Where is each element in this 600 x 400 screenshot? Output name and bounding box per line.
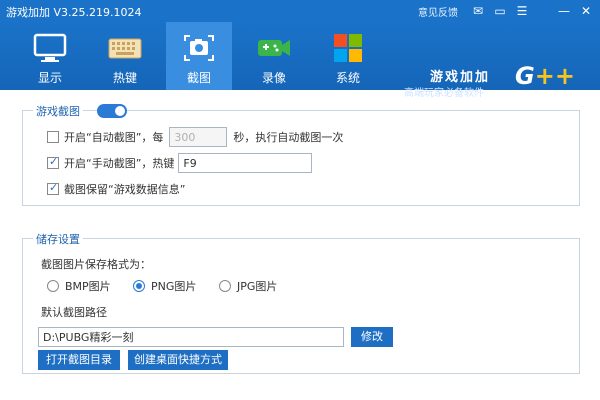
- tab-label: 系统: [335, 71, 360, 85]
- camera-icon: [184, 35, 214, 61]
- feedback-link[interactable]: 意见反馈: [418, 4, 458, 19]
- format-label: 截图图片保存格式为：: [41, 258, 151, 271]
- path-label: 默认截图路径: [41, 306, 107, 319]
- jpg-radio[interactable]: [219, 280, 231, 292]
- format-png[interactable]: PNG图片: [133, 277, 196, 295]
- tab-label: 录像: [261, 71, 286, 85]
- jpg-label: JPG图片: [237, 280, 278, 293]
- tab-label: 热键: [112, 71, 137, 85]
- tab-label: 截图: [186, 71, 211, 85]
- modify-path-button[interactable]: 修改: [351, 327, 393, 347]
- screenshot-toggle[interactable]: [97, 104, 127, 118]
- tab-hotkey[interactable]: 热键: [92, 22, 158, 90]
- panel-title: 储存设置: [33, 231, 83, 247]
- tab-label: 显示: [37, 71, 62, 85]
- logo-letter: G: [515, 62, 535, 90]
- monitor-icon: [33, 33, 67, 62]
- manual-capture-row: 开启“手动截图”，热键: [47, 153, 313, 173]
- auto-capture-interval-input[interactable]: [169, 127, 228, 147]
- bmp-radio[interactable]: [47, 280, 59, 292]
- open-directory-button[interactable]: 打开截图目录: [38, 350, 120, 370]
- menu-icon[interactable]: ☰: [514, 3, 530, 19]
- auto-capture-checkbox[interactable]: [47, 131, 59, 143]
- format-jpg[interactable]: JPG图片: [219, 277, 277, 295]
- png-radio[interactable]: [133, 280, 145, 292]
- hotkey-input[interactable]: [178, 153, 313, 173]
- bmp-label: BMP图片: [65, 280, 111, 293]
- brand-name: 游戏加加: [430, 70, 491, 85]
- keep-info-label: 截图保留“游戏数据信息”: [64, 183, 186, 196]
- windows-icon: [334, 34, 362, 62]
- png-label: PNG图片: [151, 280, 197, 293]
- manual-capture-checkbox[interactable]: [47, 155, 59, 169]
- auto-capture-suffix: 秒，执行自动截图一次: [233, 131, 344, 144]
- minimize-icon[interactable]: —: [556, 3, 572, 19]
- mail-icon[interactable]: ✉: [470, 3, 486, 19]
- title-bar: 游戏加加 V3.25.219.1024 意见反馈 ✉ ▭ ☰ — ✕: [0, 0, 600, 22]
- tab-display[interactable]: 显示: [17, 22, 83, 90]
- main-nav: 显示 热键 截图 录像 系统 游戏加加 高端玩家必备软件 G++: [0, 22, 600, 99]
- path-input[interactable]: [38, 327, 344, 347]
- create-shortcut-button[interactable]: 创建桌面快捷方式: [128, 350, 228, 370]
- keyboard-icon: [108, 38, 142, 59]
- panel-title: 游戏截图: [33, 103, 83, 119]
- auto-capture-row: 开启“自动截图”，每 秒，执行自动截图一次: [47, 127, 344, 147]
- storage-panel: 储存设置 截图图片保存格式为： BMP图片 PNG图片 JPG图片 默认截图路径…: [22, 231, 580, 374]
- keep-info-row: 截图保留“游戏数据信息”: [47, 180, 185, 198]
- auto-capture-label: 开启“自动截图”，每: [64, 131, 164, 144]
- close-icon[interactable]: ✕: [578, 3, 594, 19]
- tab-recording[interactable]: 录像: [241, 22, 307, 90]
- keep-info-checkbox[interactable]: [47, 181, 59, 195]
- tab-screenshot[interactable]: 截图: [166, 22, 232, 90]
- screenshot-panel: 游戏截图 开启“自动截图”，每 秒，执行自动截图一次 开启“手动截图”，热键 截…: [22, 103, 580, 206]
- path-label-row: 默认截图路径: [41, 303, 107, 321]
- brand-logo: G++: [515, 62, 575, 90]
- brand-tagline: 高端玩家必备软件: [404, 88, 484, 99]
- window-title: 游戏加加 V3.25.219.1024: [6, 6, 142, 19]
- toggle-knob: [115, 106, 125, 116]
- skin-icon[interactable]: ▭: [492, 3, 508, 19]
- format-bmp[interactable]: BMP图片: [47, 277, 111, 295]
- format-label-row: 截图图片保存格式为：: [41, 255, 151, 273]
- gamepad-video-icon: [258, 40, 290, 56]
- manual-capture-label: 开启“手动截图”，热键: [64, 157, 175, 170]
- tab-system[interactable]: 系统: [315, 22, 381, 90]
- logo-plus: ++: [534, 62, 575, 90]
